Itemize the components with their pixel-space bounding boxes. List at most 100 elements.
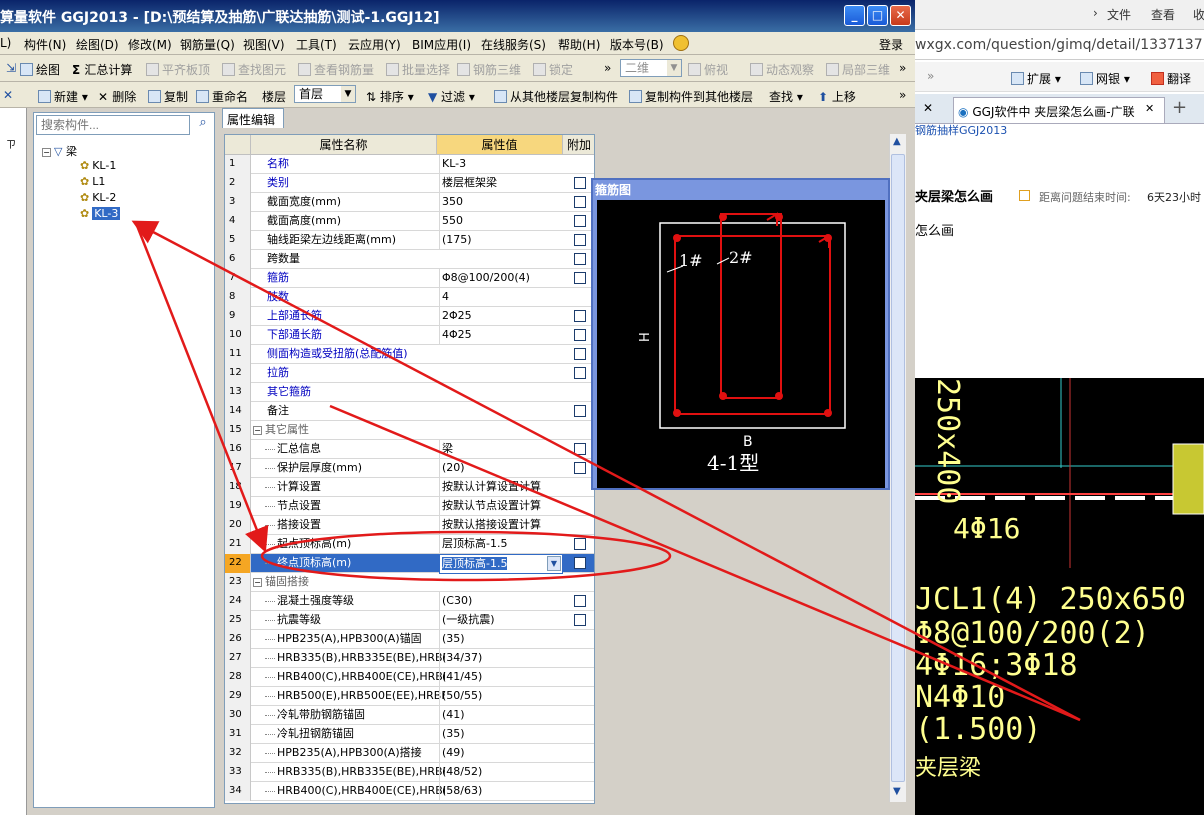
copy-button[interactable]: 复制 bbox=[148, 88, 188, 105]
tree-item-l1[interactable]: ✿ L1 bbox=[80, 175, 105, 188]
top-view-button[interactable]: 俯视 bbox=[688, 61, 728, 78]
menu-item-cloud[interactable]: 云应用(Y) bbox=[348, 36, 401, 53]
property-row[interactable]: 13 其它箍筋 bbox=[225, 383, 594, 402]
scroll-thumb[interactable] bbox=[891, 154, 905, 782]
collapse-icon[interactable]: − bbox=[42, 148, 51, 157]
property-row[interactable]: 33 HRB335(B),HRB335E(BE),HRBF (48/52) bbox=[225, 763, 594, 782]
property-row[interactable]: 32 HPB235(A),HPB300(A)搭接 (49) bbox=[225, 744, 594, 763]
property-row[interactable]: 5 轴线距梁左边线距离(mm) (175) bbox=[225, 231, 594, 250]
property-value[interactable]: 按默认计算设置计算 bbox=[439, 478, 563, 496]
property-row[interactable]: 31 冷轧扭钢筋锚固 (35) bbox=[225, 725, 594, 744]
menu-item-online[interactable]: 在线服务(S) bbox=[481, 36, 546, 53]
filter-button[interactable]: ▼ 过滤 ▾ bbox=[428, 88, 475, 105]
close-button[interactable]: ✕ bbox=[890, 5, 911, 26]
property-value[interactable]: (50/55) bbox=[439, 687, 563, 705]
property-value[interactable]: 350 bbox=[439, 193, 563, 211]
property-row[interactable]: 15− 其它属性 bbox=[225, 421, 594, 440]
breadcrumb[interactable]: 钢筋抽样GGJ2013 bbox=[915, 122, 1007, 138]
extra-checkbox[interactable] bbox=[574, 177, 586, 189]
pin-icon[interactable]: ⇲ bbox=[6, 61, 16, 75]
property-row[interactable]: 21 起点顶标高(m) 层顶标高-1.5 bbox=[225, 535, 594, 554]
menu-item-bim[interactable]: BIM应用(I) bbox=[412, 36, 471, 53]
find-button[interactable]: 查找 ▾ bbox=[769, 88, 803, 105]
extra-checkbox[interactable] bbox=[574, 595, 586, 607]
property-row[interactable]: 1 名称 KL-3 bbox=[225, 155, 594, 174]
menu-item-l[interactable]: L) bbox=[0, 36, 11, 50]
tree-item-kl-1[interactable]: ✿ KL-1 bbox=[80, 159, 116, 172]
property-value[interactable]: 4Φ25 bbox=[439, 326, 563, 344]
property-value[interactable]: 按默认节点设置计算 bbox=[439, 497, 563, 515]
menu-item-view[interactable]: 视图(V) bbox=[243, 36, 285, 53]
property-row[interactable]: 9 上部通长筋 2Φ25 bbox=[225, 307, 594, 326]
property-value[interactable]: 4 bbox=[439, 288, 563, 306]
property-value[interactable]: (49) bbox=[439, 744, 563, 762]
extra-checkbox[interactable] bbox=[574, 234, 586, 246]
copy-from-floor-button[interactable]: 从其他楼层复制构件 bbox=[494, 88, 618, 105]
local-3d-button[interactable]: 局部三维 bbox=[826, 61, 890, 78]
toolbar-more-button-2[interactable]: » bbox=[899, 61, 906, 75]
extra-checkbox[interactable] bbox=[574, 310, 586, 322]
property-row[interactable]: 27 HRB335(B),HRB335E(BE),HRBF (34/37) bbox=[225, 649, 594, 668]
menu-item-tools[interactable]: 工具(T) bbox=[296, 36, 337, 53]
lock-button[interactable]: 锁定 bbox=[533, 61, 573, 78]
sort-button[interactable]: ⇅ 排序 ▾ bbox=[366, 88, 414, 105]
extra-checkbox[interactable] bbox=[574, 215, 586, 227]
menu-item-modify[interactable]: 修改(M) bbox=[128, 36, 172, 53]
property-value[interactable]: 梁 bbox=[439, 440, 563, 458]
collapse-icon[interactable]: − bbox=[253, 426, 262, 435]
delete-button[interactable]: ✕ 删除 bbox=[98, 88, 136, 105]
property-row[interactable]: 18 计算设置 按默认计算设置计算 bbox=[225, 478, 594, 497]
translate-button[interactable]: 翻译 bbox=[1151, 70, 1191, 87]
menu-item-help[interactable]: 帮助(H) bbox=[558, 36, 600, 53]
search-icon[interactable]: ⌕ bbox=[194, 115, 212, 135]
left-nav-strip[interactable]: ㄗ bbox=[0, 108, 27, 815]
property-value[interactable]: (48/52) bbox=[439, 763, 563, 781]
draw-button[interactable]: 绘图 bbox=[20, 61, 60, 78]
property-value[interactable]: 楼层框架梁 bbox=[439, 174, 563, 192]
extra-checkbox[interactable] bbox=[574, 614, 586, 626]
property-value[interactable]: (一级抗震) bbox=[439, 611, 563, 629]
extra-checkbox[interactable] bbox=[574, 462, 586, 474]
property-row[interactable]: 30 冷轧带肋钢筋锚固 (41) bbox=[225, 706, 594, 725]
tree-item-kl-2[interactable]: ✿ KL-2 bbox=[80, 191, 116, 204]
extra-checkbox[interactable] bbox=[574, 405, 586, 417]
double-chevron-icon[interactable]: » bbox=[927, 69, 934, 83]
property-row[interactable]: 22 终点顶标高(m) 层顶标高-1.5 ▼ bbox=[225, 554, 594, 574]
view-rebar-button[interactable]: 查看钢筋量 bbox=[298, 61, 374, 78]
property-value[interactable]: (175) bbox=[439, 231, 563, 249]
extra-checkbox[interactable] bbox=[574, 272, 586, 284]
property-row[interactable]: 20 搭接设置 按默认搭接设置计算 bbox=[225, 516, 594, 535]
dynamic-view-button[interactable]: 动态观察 bbox=[750, 61, 814, 78]
property-value[interactable]: (58/63) bbox=[439, 782, 563, 800]
property-row[interactable]: 16 汇总信息 梁 bbox=[225, 440, 594, 459]
property-row[interactable]: 24 混凝土强度等级 (C30) bbox=[225, 592, 594, 611]
property-row[interactable]: 2 类别 楼层框架梁 bbox=[225, 174, 594, 193]
property-value[interactable]: 550 bbox=[439, 212, 563, 230]
batch-select-button[interactable]: 批量选择 bbox=[386, 61, 450, 78]
login-link[interactable]: 登录 bbox=[879, 36, 903, 53]
browser-menu-fav[interactable]: 收 bbox=[1193, 6, 1204, 23]
find-element-button[interactable]: 查找图元 bbox=[222, 61, 286, 78]
property-row[interactable]: 26 HPB235(A),HPB300(A)锚固 (35) bbox=[225, 630, 594, 649]
property-value[interactable]: 2Φ25 bbox=[439, 307, 563, 325]
chevron-down-icon[interactable]: ▼ bbox=[547, 556, 561, 571]
helmet-icon[interactable] bbox=[673, 35, 689, 51]
scroll-down-icon[interactable]: ▼ bbox=[893, 786, 901, 797]
property-value[interactable]: (C30) bbox=[439, 592, 563, 610]
move-up-button[interactable]: ⬆ 上移 bbox=[818, 88, 856, 105]
rename-button[interactable]: 重命名 bbox=[196, 88, 248, 105]
property-row[interactable]: 14 备注 bbox=[225, 402, 594, 421]
toolbar-more-button[interactable]: » bbox=[604, 61, 611, 75]
property-row[interactable]: 19 节点设置 按默认节点设置计算 bbox=[225, 497, 594, 516]
property-row[interactable]: 17 保护层厚度(mm) (20) bbox=[225, 459, 594, 478]
toolbar-more-button-3[interactable]: » bbox=[899, 88, 906, 102]
extra-checkbox[interactable] bbox=[574, 367, 586, 379]
property-row[interactable]: 3 截面宽度(mm) 350 bbox=[225, 193, 594, 212]
property-row[interactable]: 28 HRB400(C),HRB400E(CE),HRBF (41/45) bbox=[225, 668, 594, 687]
minimize-button[interactable]: _ bbox=[844, 5, 865, 26]
property-value-input[interactable]: 层顶标高-1.5 ▼ bbox=[439, 554, 563, 574]
extra-checkbox[interactable] bbox=[574, 253, 586, 265]
panel-close-icon[interactable]: ✕ bbox=[3, 88, 13, 102]
tab-property-edit[interactable]: 属性编辑 bbox=[222, 108, 284, 128]
menu-item-version[interactable]: 版本号(B) bbox=[610, 36, 664, 53]
